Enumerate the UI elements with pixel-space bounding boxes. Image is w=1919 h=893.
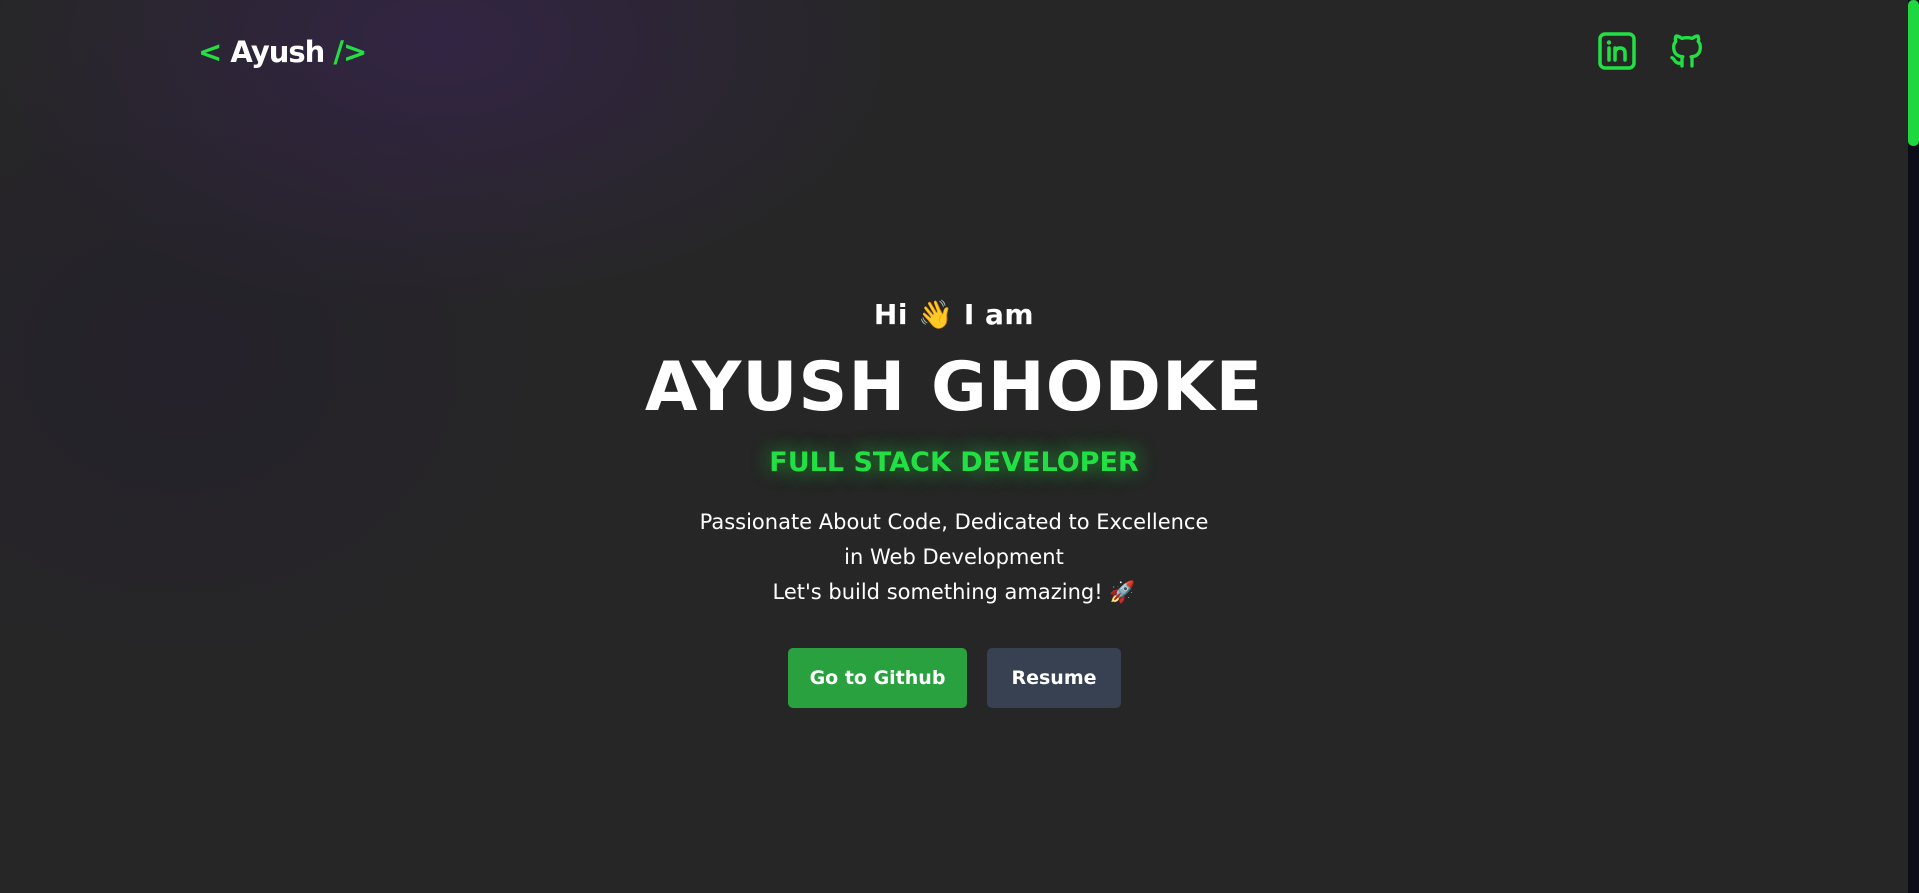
tagline-line: Passionate About Code, Dedicated to Exce… <box>699 510 1209 534</box>
resume-button[interactable]: Resume <box>987 648 1121 708</box>
tagline-line: in Web Development <box>844 545 1064 569</box>
hero-tagline: Passionate About Code, Dedicated to Exce… <box>0 505 1908 610</box>
hero-name: AYUSH GHODKE <box>644 348 1264 427</box>
go-to-github-button[interactable]: Go to Github <box>788 648 967 708</box>
tagline-line: Let's build something amazing! 🚀 <box>772 580 1136 604</box>
hero-section: Hi 👋 I am AYUSH GHODKE FULL STACK DEVELO… <box>0 0 1908 893</box>
scrollbar-thumb[interactable] <box>1908 0 1919 146</box>
greeting: Hi 👋 I am <box>873 298 1035 331</box>
scrollbar[interactable] <box>1908 0 1919 893</box>
hero-role: FULL STACK DEVELOPER <box>769 447 1139 478</box>
